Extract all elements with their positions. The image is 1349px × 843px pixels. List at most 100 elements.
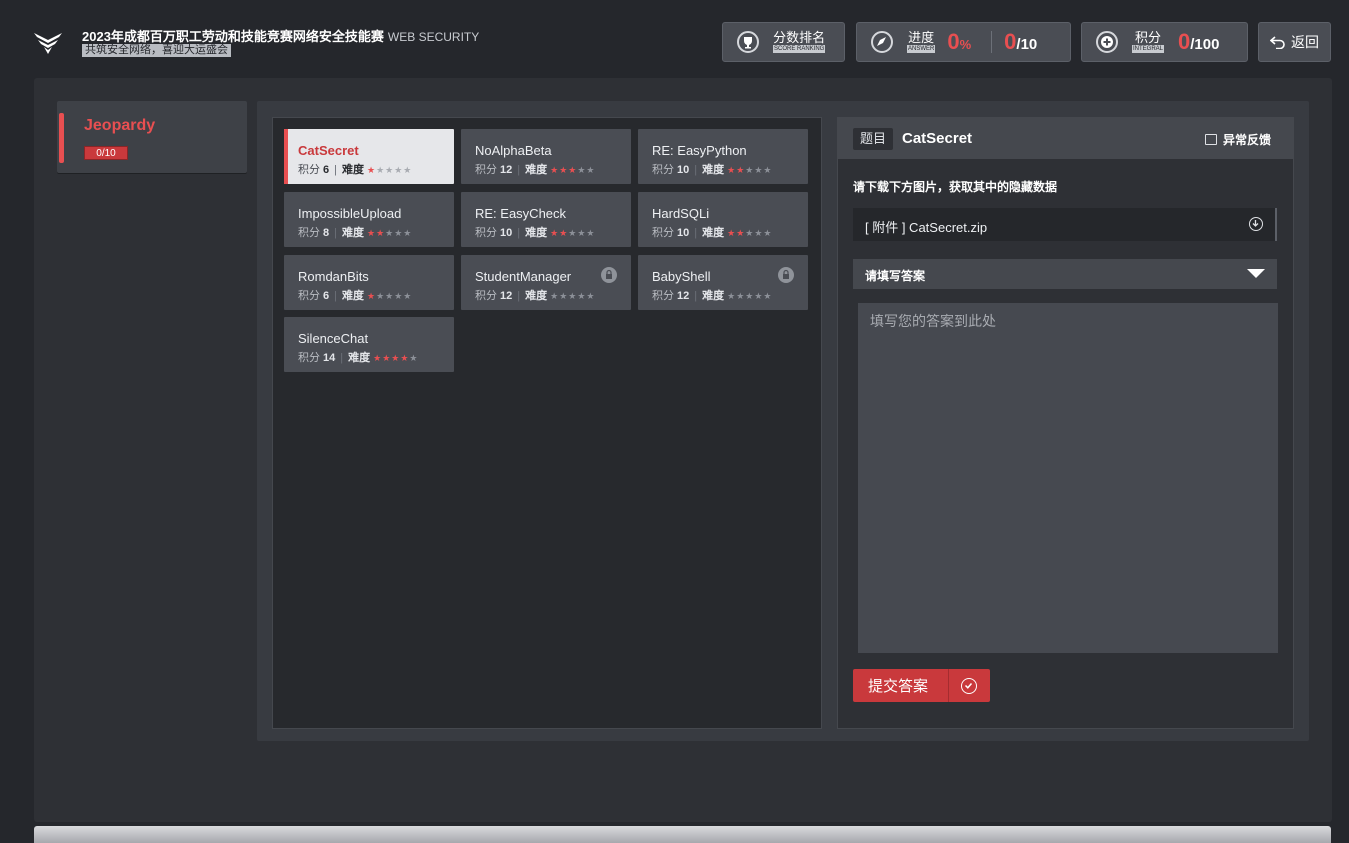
page-title: 2023年成都百万职工劳动和技能竞赛网络安全技能赛 WEB SECURITY bbox=[82, 26, 479, 45]
challenge-card[interactable]: BabyShell 积分 12 | 难度 ★★★★★ bbox=[638, 255, 808, 310]
star-icon: ★ bbox=[376, 228, 386, 238]
difficulty-stars: ★★★★★ bbox=[550, 165, 595, 175]
challenge-card[interactable]: RE: EasyPython 积分 10 | 难度 ★★★★★ bbox=[638, 129, 808, 184]
feedback-button[interactable]: 异常反馈 bbox=[1204, 131, 1271, 148]
star-icon: ★ bbox=[550, 291, 560, 301]
star-icon: ★ bbox=[366, 228, 377, 238]
points-label: 积分 bbox=[652, 164, 674, 176]
difficulty-label: 难度 bbox=[525, 227, 548, 239]
back-arrow-icon bbox=[1270, 35, 1285, 49]
bottom-scrollbar[interactable] bbox=[34, 826, 1331, 843]
points-label: 积分 bbox=[652, 227, 674, 239]
difficulty-label: 难度 bbox=[341, 290, 364, 302]
challenge-card[interactable]: RomdanBits 积分 6 | 难度 ★★★★★ bbox=[284, 255, 454, 310]
star-icon: ★ bbox=[550, 228, 560, 238]
challenge-card[interactable]: ImpossibleUpload 积分 8 | 难度 ★★★★★ bbox=[284, 192, 454, 247]
points-value: 12 bbox=[500, 164, 513, 176]
separator: | bbox=[694, 164, 698, 176]
challenge-detail: 题目 CatSecret 异常反馈 请下载下方图片，获取其中的隐藏数据 [ 附件… bbox=[837, 117, 1294, 729]
star-icon: ★ bbox=[586, 228, 596, 238]
difficulty-stars: ★★★★★ bbox=[550, 291, 595, 301]
star-icon: ★ bbox=[366, 291, 377, 301]
challenge-meta: 积分 6 | 难度 ★★★★★ bbox=[298, 287, 412, 303]
challenge-name: StudentManager bbox=[475, 269, 572, 284]
lock-icon bbox=[601, 267, 617, 283]
challenge-name: RE: EasyCheck bbox=[475, 206, 567, 221]
progress-panel: 进度 ANSWER 0% 0/10 bbox=[856, 22, 1071, 62]
star-icon: ★ bbox=[394, 228, 404, 238]
star-icon: ★ bbox=[763, 291, 773, 301]
star-icon: ★ bbox=[373, 353, 383, 363]
challenge-card[interactable]: SilenceChat 积分 14 | 难度 ★★★★★ bbox=[284, 317, 454, 372]
star-icon: ★ bbox=[727, 291, 737, 301]
challenge-name: SilenceChat bbox=[298, 331, 369, 346]
score-ranking-button[interactable]: 分数排名 SCORE RANKING bbox=[722, 22, 845, 62]
category-name: Jeopardy bbox=[84, 117, 156, 134]
star-icon: ★ bbox=[559, 291, 569, 301]
challenge-meta: 积分 8 | 难度 ★★★★★ bbox=[298, 224, 412, 240]
challenge-card[interactable]: StudentManager 积分 12 | 难度 ★★★★★ bbox=[461, 255, 631, 310]
points-value: 0/100 bbox=[1178, 29, 1220, 54]
lock-icon bbox=[778, 267, 794, 283]
points-value: 10 bbox=[500, 227, 513, 239]
challenge-card[interactable]: CatSecret 积分 6 | 难度 ★★★★★ bbox=[284, 129, 454, 184]
points-value: 12 bbox=[500, 290, 513, 302]
separator: | bbox=[694, 290, 698, 302]
challenge-meta: 积分 10 | 难度 ★★★★★ bbox=[652, 161, 773, 177]
star-icon: ★ bbox=[763, 165, 773, 175]
points-label: 积分 bbox=[475, 164, 497, 176]
challenge-name: RomdanBits bbox=[298, 269, 369, 284]
progress-count: 0/10 bbox=[1004, 29, 1038, 54]
points-value: 10 bbox=[677, 227, 690, 239]
star-icon: ★ bbox=[394, 165, 404, 175]
star-icon: ★ bbox=[745, 291, 755, 301]
points-value: 14 bbox=[323, 352, 336, 364]
points-label: 积分 bbox=[298, 227, 320, 239]
detail-header: 题目 CatSecret 异常反馈 bbox=[838, 118, 1293, 159]
challenge-card[interactable]: NoAlphaBeta 积分 12 | 难度 ★★★★★ bbox=[461, 129, 631, 184]
challenge-meta: 积分 6 | 难度 ★★★★★ bbox=[298, 161, 412, 177]
answer-dropdown[interactable]: 请填写答案 bbox=[853, 259, 1277, 289]
difficulty-stars: ★★★★★ bbox=[727, 165, 772, 175]
challenge-card[interactable]: HardSQLi 积分 10 | 难度 ★★★★★ bbox=[638, 192, 808, 247]
difficulty-stars: ★★★★★ bbox=[367, 228, 412, 238]
challenge-meta: 积分 12 | 难度 ★★★★★ bbox=[475, 287, 596, 303]
back-button[interactable]: 返回 bbox=[1258, 22, 1331, 62]
submit-answer-button[interactable]: 提交答案 bbox=[853, 669, 990, 702]
divider bbox=[991, 31, 993, 53]
challenge-name: RE: EasyPython bbox=[652, 143, 747, 158]
points-value: 6 bbox=[323, 290, 330, 302]
points-label: 积分 bbox=[475, 290, 497, 302]
answer-input[interactable] bbox=[858, 303, 1278, 653]
star-icon: ★ bbox=[727, 228, 737, 238]
challenge-meta: 积分 10 | 难度 ★★★★★ bbox=[652, 224, 773, 240]
challenge-meta: 积分 14 | 难度 ★★★★★ bbox=[298, 349, 419, 365]
star-icon: ★ bbox=[382, 353, 392, 363]
title-zh: 2023年成都百万职工劳动和技能竞赛网络安全技能赛 bbox=[82, 29, 384, 44]
star-icon: ★ bbox=[736, 165, 746, 175]
star-icon: ★ bbox=[550, 165, 560, 175]
star-icon: ★ bbox=[745, 165, 755, 175]
submit-divider bbox=[948, 669, 949, 702]
separator: | bbox=[334, 164, 337, 176]
logo-icon bbox=[34, 33, 62, 54]
attachment-download[interactable]: [ 附件 ] CatSecret.zip bbox=[853, 208, 1277, 241]
separator: | bbox=[334, 290, 337, 302]
star-icon: ★ bbox=[385, 228, 395, 238]
trophy-icon bbox=[737, 31, 759, 53]
points-label: 积分 INTEGRAL bbox=[1132, 30, 1165, 53]
points-label: 积分 bbox=[652, 290, 674, 302]
challenge-name: HardSQLi bbox=[652, 206, 710, 221]
back-label: 返回 bbox=[1291, 34, 1319, 50]
feedback-label: 异常反馈 bbox=[1222, 133, 1271, 147]
challenge-card[interactable]: RE: EasyCheck 积分 10 | 难度 ★★★★★ bbox=[461, 192, 631, 247]
progress-percent: 0% bbox=[947, 29, 972, 54]
submit-label: 提交答案 bbox=[868, 678, 929, 695]
challenge-meta: 积分 10 | 难度 ★★★★★ bbox=[475, 224, 596, 240]
points-panel: 积分 INTEGRAL 0/100 bbox=[1081, 22, 1248, 62]
star-icon: ★ bbox=[559, 228, 569, 238]
category-jeopardy[interactable]: Jeopardy 0/10 bbox=[57, 101, 247, 173]
points-value: 10 bbox=[677, 164, 690, 176]
star-icon: ★ bbox=[586, 165, 596, 175]
points-label: 积分 bbox=[298, 290, 320, 302]
